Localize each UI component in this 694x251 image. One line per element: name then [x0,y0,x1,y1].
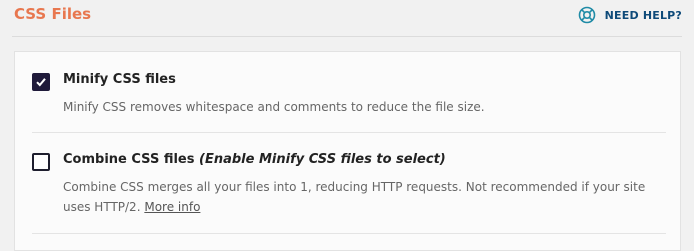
css-options-panel: Minify CSS files Minify CSS removes whit… [14,51,681,251]
checkmark-icon [36,78,46,87]
need-help-link[interactable]: NEED HELP? [578,6,682,24]
minify-css-label-text: Minify CSS files [63,72,176,87]
minify-css-description: Minify CSS removes whitespace and commen… [63,100,485,114]
section-title: CSS Files [14,5,92,23]
option-divider [32,233,666,234]
option-divider [32,132,666,133]
combine-css-label-text: Combine CSS files [63,152,195,167]
combine-css-label[interactable]: Combine CSS files (Enable Minify CSS fil… [63,152,446,167]
lifebuoy-icon [578,6,595,24]
header-divider [12,36,682,37]
combine-css-checkbox[interactable] [32,153,50,171]
more-info-link[interactable]: More info [144,200,200,214]
minify-css-checkbox[interactable] [32,73,50,91]
combine-css-description: Combine CSS merges all your files into 1… [63,177,658,217]
need-help-label: NEED HELP? [604,8,682,22]
combine-css-note: (Enable Minify CSS files to select) [199,152,446,167]
section-header: CSS Files NEED HELP? [0,0,694,36]
minify-css-label[interactable]: Minify CSS files [63,72,176,87]
